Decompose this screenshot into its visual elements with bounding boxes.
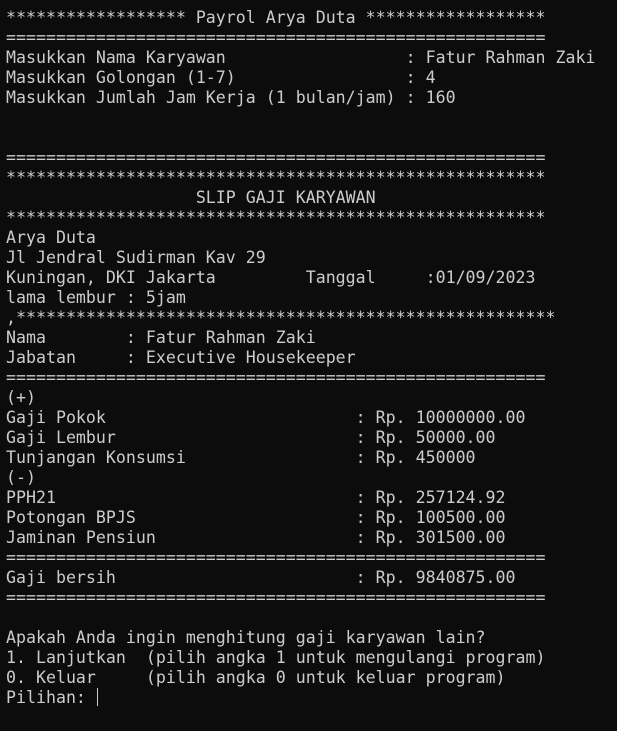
console-line: PPH21 : Rp. 257124.92	[6, 488, 506, 507]
console-line: ,***************************************…	[6, 308, 556, 327]
console-line: Tunjangan Konsumsi : Rp. 450000	[6, 448, 476, 467]
console-line: ****************** Payrol Arya Duta ****…	[6, 8, 546, 27]
prompt-label: Pilihan:	[6, 688, 96, 707]
console-line: Gaji bersih : Rp. 9840875.00	[6, 568, 516, 587]
text-cursor	[96, 688, 98, 706]
console-line: 1. Lanjutkan (pilih angka 1 untuk mengul…	[6, 648, 546, 667]
console-line: Gaji Lembur : Rp. 50000.00	[6, 428, 496, 447]
console-line: ========================================…	[6, 368, 546, 387]
console-line: ****************************************…	[6, 208, 546, 227]
console-line: ========================================…	[6, 28, 546, 47]
terminal-window[interactable]: ****************** Payrol Arya Duta ****…	[0, 0, 617, 731]
console-line: ========================================…	[6, 148, 546, 167]
console-line: Masukkan Jumlah Jam Kerja (1 bulan/jam) …	[6, 88, 456, 107]
input-prompt-line[interactable]: Pilihan:	[6, 688, 617, 708]
console-line: 0. Keluar (pilih angka 0 untuk keluar pr…	[6, 668, 506, 687]
console-line: Jaminan Pensiun : Rp. 301500.00	[6, 528, 506, 547]
console-line: Apakah Anda ingin menghitung gaji karyaw…	[6, 628, 486, 647]
console-line: Nama : Fatur Rahman Zaki	[6, 328, 316, 347]
console-line: (-)	[6, 468, 36, 487]
console-line: Potongan BPJS : Rp. 100500.00	[6, 508, 506, 527]
console-line: ========================================…	[6, 588, 546, 607]
console-line: SLIP GAJI KARYAWAN	[6, 188, 376, 207]
console-line: Masukkan Nama Karyawan : Fatur Rahman Za…	[6, 48, 596, 67]
console-line: Arya Duta	[6, 228, 96, 247]
console-line: lama lembur : 5jam	[6, 288, 186, 307]
console-line: ****************************************…	[6, 168, 546, 187]
console-line: ========================================…	[6, 548, 546, 567]
console-line: Jl Jendral Sudirman Kav 29	[6, 248, 266, 267]
console-line: Jabatan : Executive Housekeeper	[6, 348, 356, 367]
console-line: Masukkan Golongan (1-7) : 4	[6, 68, 436, 87]
console-line: Gaji Pokok : Rp. 10000000.00	[6, 408, 526, 427]
console-line: Kuningan, DKI Jakarta Tanggal :01/09/202…	[6, 268, 536, 287]
console-line: (+)	[6, 388, 36, 407]
